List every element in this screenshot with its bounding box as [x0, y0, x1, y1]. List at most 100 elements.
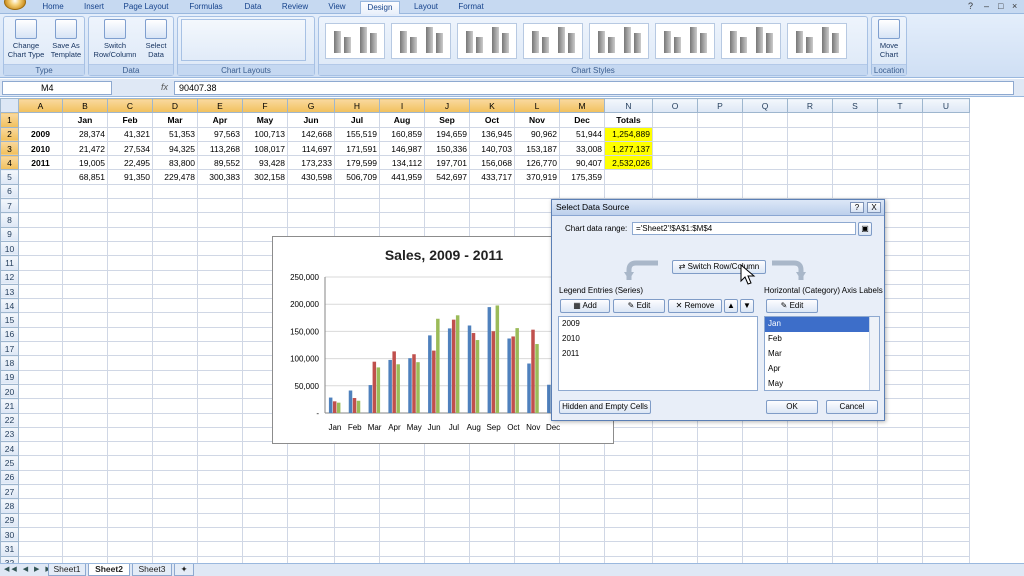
cell[interactable]: [242, 541, 288, 557]
cell[interactable]: [742, 183, 788, 200]
cell[interactable]: [152, 183, 198, 200]
cell[interactable]: [832, 484, 878, 500]
cell[interactable]: [107, 341, 153, 357]
cell[interactable]: [604, 526, 653, 543]
cell[interactable]: [652, 484, 698, 500]
tab-data[interactable]: Data: [242, 1, 264, 14]
column-header-g[interactable]: G: [287, 97, 335, 114]
cell[interactable]: [424, 484, 470, 500]
cell[interactable]: [62, 355, 108, 371]
cell[interactable]: [197, 226, 243, 242]
cell[interactable]: [604, 512, 653, 528]
cell[interactable]: [832, 426, 878, 443]
office-button[interactable]: [4, 0, 26, 10]
dialog-help-button[interactable]: ?: [850, 202, 864, 213]
cell[interactable]: [424, 183, 470, 200]
cell[interactable]: [922, 383, 970, 400]
cell[interactable]: [604, 498, 653, 514]
cell[interactable]: [107, 412, 153, 428]
cell[interactable]: 51,944: [559, 126, 605, 142]
cell[interactable]: 229,478: [152, 169, 198, 185]
cell[interactable]: [287, 484, 335, 500]
cell[interactable]: [62, 512, 108, 528]
cell[interactable]: [877, 140, 923, 157]
cell[interactable]: [604, 484, 653, 500]
cell[interactable]: [379, 541, 425, 557]
cell[interactable]: [18, 355, 63, 371]
cell[interactable]: [742, 140, 788, 157]
move-down-button[interactable]: ▼: [740, 299, 754, 313]
insert-sheet-icon[interactable]: ✦: [174, 564, 194, 576]
cell[interactable]: [697, 498, 743, 514]
cell[interactable]: [832, 455, 878, 471]
cell[interactable]: [697, 455, 743, 471]
cell[interactable]: [559, 183, 605, 200]
cell[interactable]: [107, 541, 153, 557]
row-header-13[interactable]: 13: [0, 283, 19, 300]
cell[interactable]: [334, 183, 380, 200]
cell[interactable]: [334, 198, 380, 214]
cell[interactable]: [107, 298, 153, 314]
cell[interactable]: [197, 469, 243, 486]
cell[interactable]: [152, 541, 198, 557]
cell[interactable]: [469, 469, 515, 486]
help-icon[interactable]: ?: [968, 1, 973, 11]
cell[interactable]: [18, 398, 63, 414]
cell[interactable]: [197, 212, 243, 228]
cell[interactable]: [697, 512, 743, 528]
cell[interactable]: [742, 169, 788, 185]
cell[interactable]: [877, 455, 923, 471]
cell[interactable]: [877, 512, 923, 528]
cell[interactable]: [197, 326, 243, 343]
row-header-16[interactable]: 16: [0, 326, 19, 343]
cell[interactable]: [832, 498, 878, 514]
cell[interactable]: [922, 240, 970, 257]
cell[interactable]: [742, 126, 788, 142]
cell[interactable]: 136,945: [469, 126, 515, 142]
minimize-icon[interactable]: –: [984, 1, 989, 11]
cell[interactable]: [107, 526, 153, 543]
cell[interactable]: 126,770: [514, 155, 560, 171]
cell[interactable]: [742, 541, 788, 557]
cell[interactable]: 146,987: [379, 140, 425, 157]
cell[interactable]: [334, 469, 380, 486]
column-header-u[interactable]: U: [922, 97, 970, 114]
cell[interactable]: [18, 455, 63, 471]
cell[interactable]: [742, 526, 788, 543]
cell[interactable]: [787, 455, 833, 471]
cell[interactable]: [469, 526, 515, 543]
cell[interactable]: [197, 355, 243, 371]
tab-insert[interactable]: Insert: [80, 1, 108, 14]
cell[interactable]: [107, 269, 153, 285]
move-chart-button[interactable]: Move Chart: [874, 19, 904, 59]
column-header-p[interactable]: P: [697, 97, 743, 114]
cell[interactable]: Nov: [514, 112, 560, 128]
cell[interactable]: [107, 455, 153, 471]
cell[interactable]: 300,383: [197, 169, 243, 185]
cell[interactable]: [197, 383, 243, 400]
cell[interactable]: 171,591: [334, 140, 380, 157]
cell[interactable]: [62, 469, 108, 486]
cell[interactable]: [469, 183, 515, 200]
cell[interactable]: [697, 541, 743, 557]
category-item-may[interactable]: May: [765, 377, 879, 390]
cell[interactable]: [877, 441, 923, 457]
category-item-apr[interactable]: Apr: [765, 362, 879, 377]
cell[interactable]: [787, 155, 833, 171]
cell[interactable]: [697, 526, 743, 543]
cell[interactable]: [107, 283, 153, 300]
cell[interactable]: [877, 126, 923, 142]
cell[interactable]: 194,659: [424, 126, 470, 142]
cell[interactable]: [18, 484, 63, 500]
cell[interactable]: [697, 484, 743, 500]
cell[interactable]: [514, 526, 560, 543]
cell[interactable]: 27,534: [107, 140, 153, 157]
cell[interactable]: [604, 541, 653, 557]
cell[interactable]: [742, 469, 788, 486]
cell[interactable]: [922, 255, 970, 271]
cell[interactable]: [697, 112, 743, 128]
cell[interactable]: [152, 312, 198, 328]
column-header-e[interactable]: E: [197, 97, 243, 114]
cell[interactable]: Jun: [287, 112, 335, 128]
cell[interactable]: [334, 498, 380, 514]
